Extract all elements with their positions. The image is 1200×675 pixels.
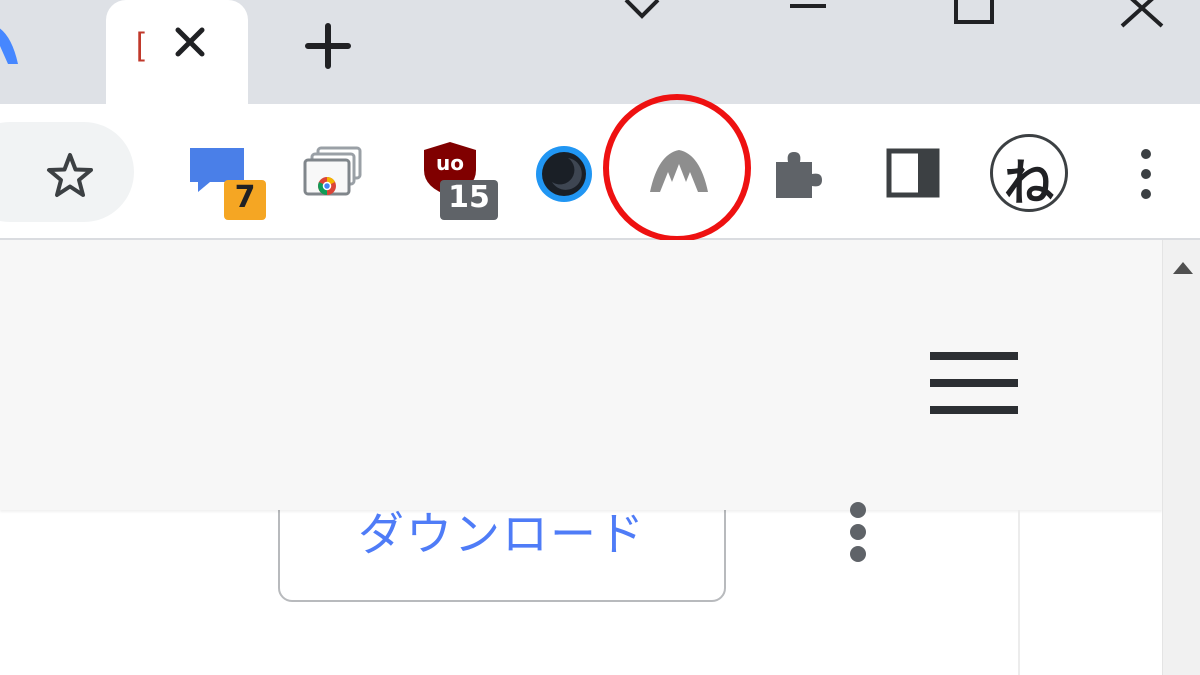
tab-previous[interactable] (0, 0, 106, 104)
nordvpn-favicon-icon (0, 28, 18, 64)
browser-toolbar: 7 uo 15 ね (0, 104, 1200, 240)
dark-mode-extension-icon[interactable] (534, 144, 594, 204)
extension-badge: 15 (440, 180, 498, 220)
more-options-icon[interactable] (846, 502, 870, 564)
close-icon[interactable] (172, 24, 208, 60)
avatar[interactable]: ね (990, 134, 1068, 212)
puzzle-icon[interactable] (770, 146, 826, 202)
divider (1018, 510, 1020, 675)
ublock-letters: uo (436, 151, 464, 175)
kebab-vertical-icon[interactable] (1134, 146, 1158, 202)
plus-icon[interactable] (302, 20, 354, 72)
stacked-windows-icon (303, 146, 362, 196)
close-icon[interactable] (1118, 0, 1166, 34)
tab-strip: [ (0, 0, 1200, 110)
tab-active[interactable]: [ (106, 0, 248, 110)
maximize-icon[interactable] (952, 0, 996, 30)
web-page: ダウンロード (0, 240, 1162, 675)
extension-badge: 7 (224, 180, 266, 220)
side-panel-icon[interactable] (886, 148, 940, 198)
highlight-circle (603, 94, 751, 242)
page-header (0, 240, 1162, 510)
moon-circle-icon (536, 146, 592, 202)
tab-title: [ (136, 26, 145, 62)
ublock-origin-extension-icon[interactable]: uo 15 (420, 140, 504, 224)
avatar-glyph: ね (1004, 154, 1054, 212)
minimize-icon[interactable] (788, 0, 828, 26)
chrome-tabs-extension-icon[interactable] (302, 146, 364, 200)
scroll-up-arrow-icon[interactable] (1173, 262, 1193, 274)
chevron-down-icon[interactable] (620, 0, 664, 30)
hamburger-icon[interactable] (930, 352, 1018, 414)
star-icon[interactable] (44, 150, 96, 202)
scrollbar[interactable] (1162, 240, 1200, 675)
chat-extension-icon[interactable]: 7 (188, 146, 270, 226)
